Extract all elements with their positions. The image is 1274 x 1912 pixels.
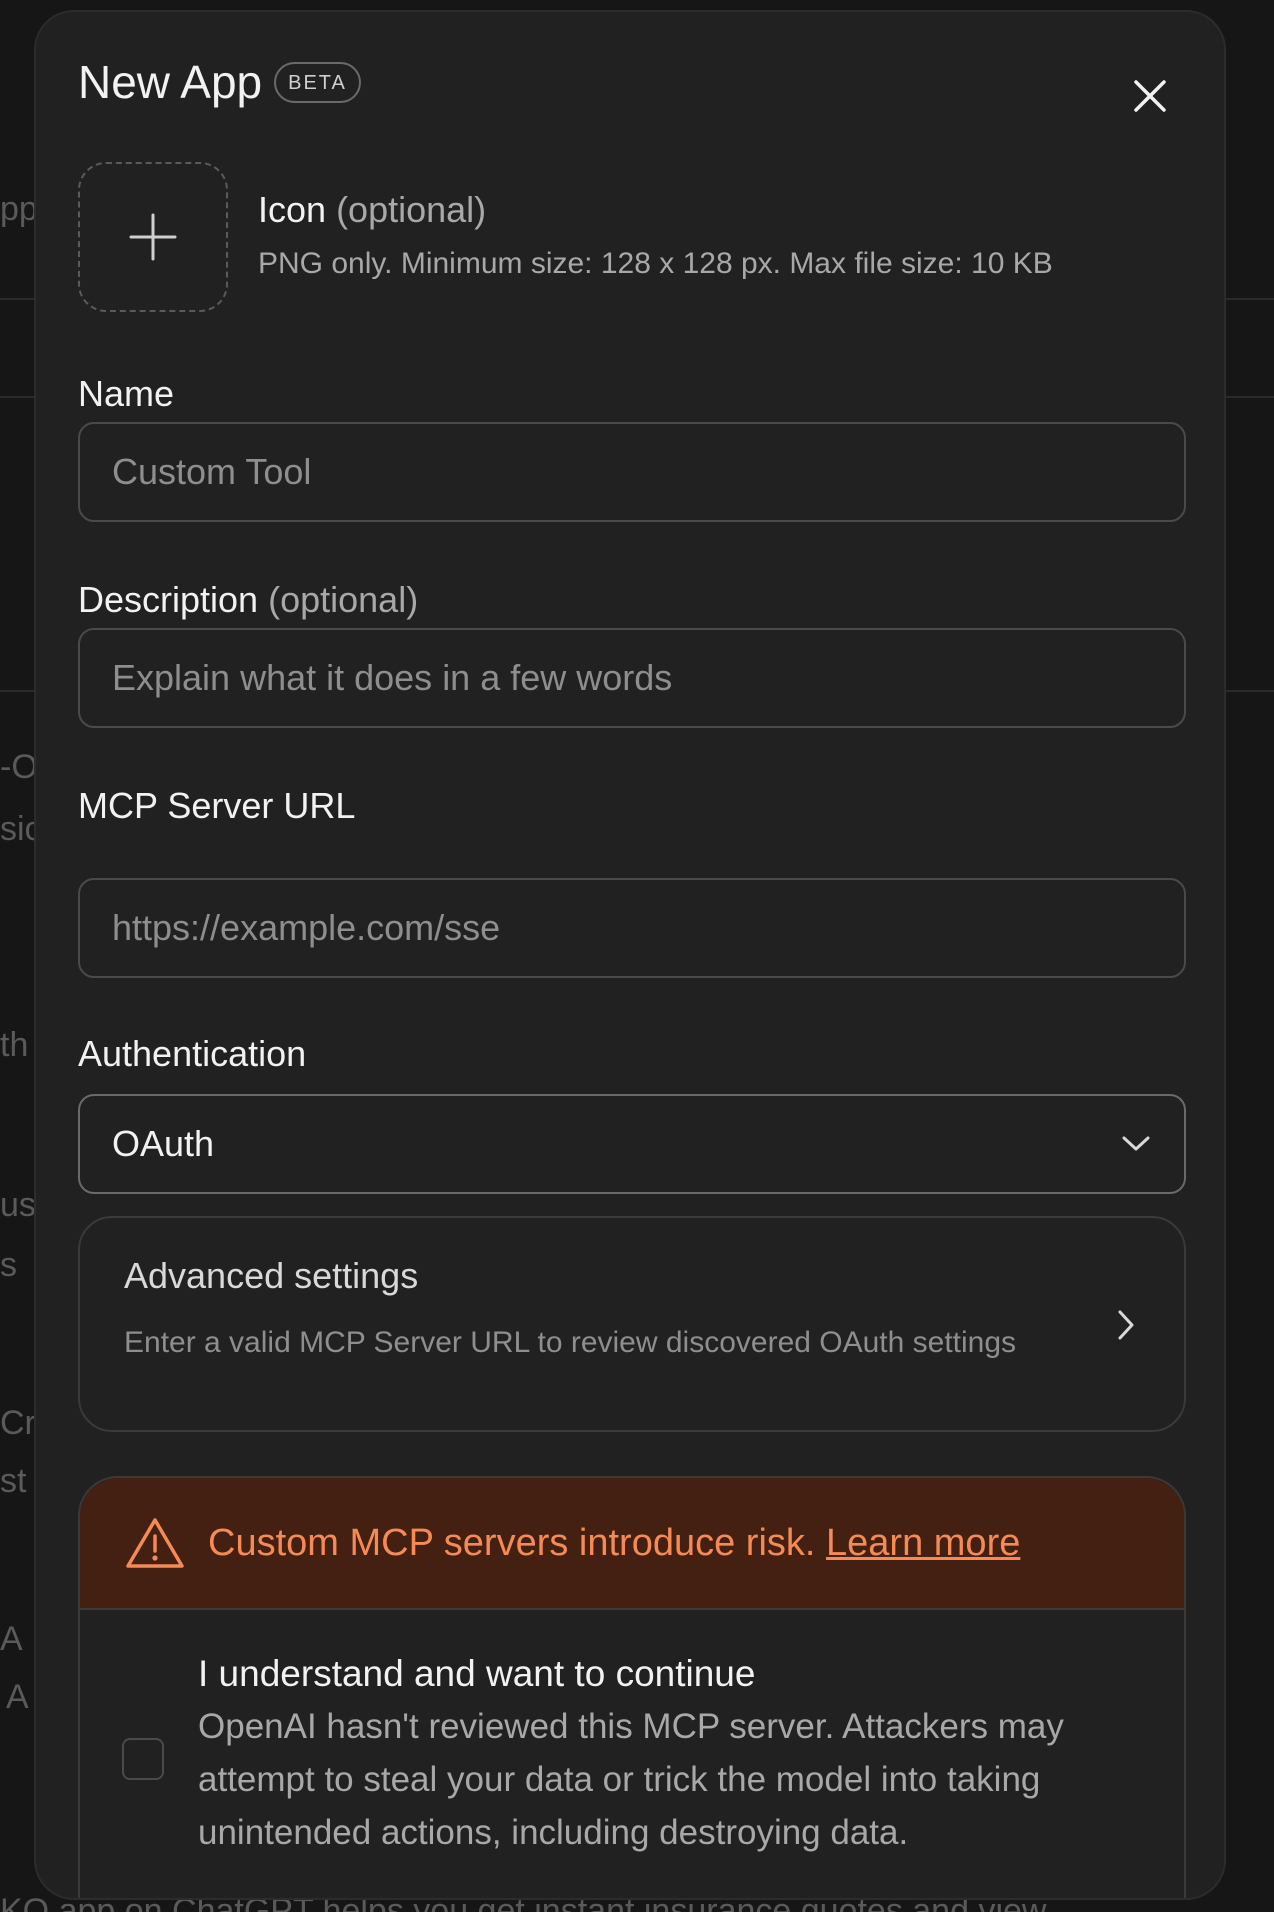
risk-warning-message: Custom MCP servers introduce risk. Learn… — [208, 1520, 1020, 1566]
consent-section: I understand and want to continue OpenAI… — [80, 1608, 1184, 1898]
icon-field-label: Icon — [258, 189, 327, 230]
warning-icon — [126, 1518, 184, 1568]
description-label-row: Description (optional) — [78, 578, 418, 622]
mcp-server-url-input[interactable] — [78, 878, 1186, 978]
background-text: A — [0, 1620, 23, 1658]
dialog-header: New App BETA — [78, 54, 361, 110]
background-text: pp — [0, 190, 38, 228]
risk-warning-banner: Custom MCP servers introduce risk. Learn… — [80, 1478, 1184, 1608]
icon-field-info: Icon (optional) PNG only. Minimum size: … — [258, 188, 1053, 284]
consent-title: I understand and want to continue — [198, 1653, 756, 1694]
dialog-title: New App — [78, 56, 263, 108]
background-text: us — [0, 1186, 36, 1224]
learn-more-link[interactable]: Learn more — [826, 1522, 1020, 1564]
mcp-server-url-label: MCP Server URL — [78, 785, 356, 826]
icon-field-help: PNG only. Minimum size: 128 x 128 px. Ma… — [258, 247, 1053, 280]
authentication-label: Authentication — [78, 1033, 307, 1074]
chevron-down-icon — [1122, 1136, 1150, 1151]
name-input[interactable] — [78, 422, 1186, 522]
optional-tag: (optional) — [268, 579, 419, 620]
close-button[interactable] — [1128, 74, 1172, 118]
optional-tag: (optional) — [336, 189, 487, 230]
icon-field-label-row: Icon (optional) — [258, 188, 1053, 232]
background-text: st — [0, 1462, 27, 1500]
background-text: -O — [0, 748, 38, 786]
beta-badge: BETA — [274, 61, 361, 103]
icon-upload-button[interactable] — [78, 162, 228, 312]
risk-warning-box: Custom MCP servers introduce risk. Learn… — [78, 1476, 1186, 1898]
name-label: Name — [78, 373, 175, 414]
chevron-right-icon — [1118, 1310, 1134, 1340]
risk-warning-text: Custom MCP servers introduce risk. — [208, 1522, 816, 1564]
description-input[interactable] — [78, 628, 1186, 728]
background-text: s — [0, 1246, 17, 1284]
new-app-dialog: New App BETA Icon (optional) PNG only. M… — [34, 10, 1226, 1900]
close-icon — [1134, 80, 1166, 112]
advanced-settings-title: Advanced settings — [124, 1255, 419, 1296]
authentication-select[interactable]: OAuth — [78, 1094, 1186, 1194]
advanced-settings-description: Enter a valid MCP Server URL to review d… — [124, 1326, 1017, 1359]
plus-icon — [129, 213, 177, 261]
background-text: A — [6, 1678, 29, 1716]
description-label: Description — [78, 579, 259, 620]
background-text: th — [0, 1026, 29, 1064]
consent-description: OpenAI hasn't reviewed this MCP server. … — [198, 1707, 1064, 1852]
authentication-selected-value: OAuth — [112, 1123, 215, 1164]
advanced-settings-row[interactable]: Advanced settings Enter a valid MCP Serv… — [78, 1216, 1186, 1432]
consent-checkbox[interactable] — [122, 1738, 164, 1780]
